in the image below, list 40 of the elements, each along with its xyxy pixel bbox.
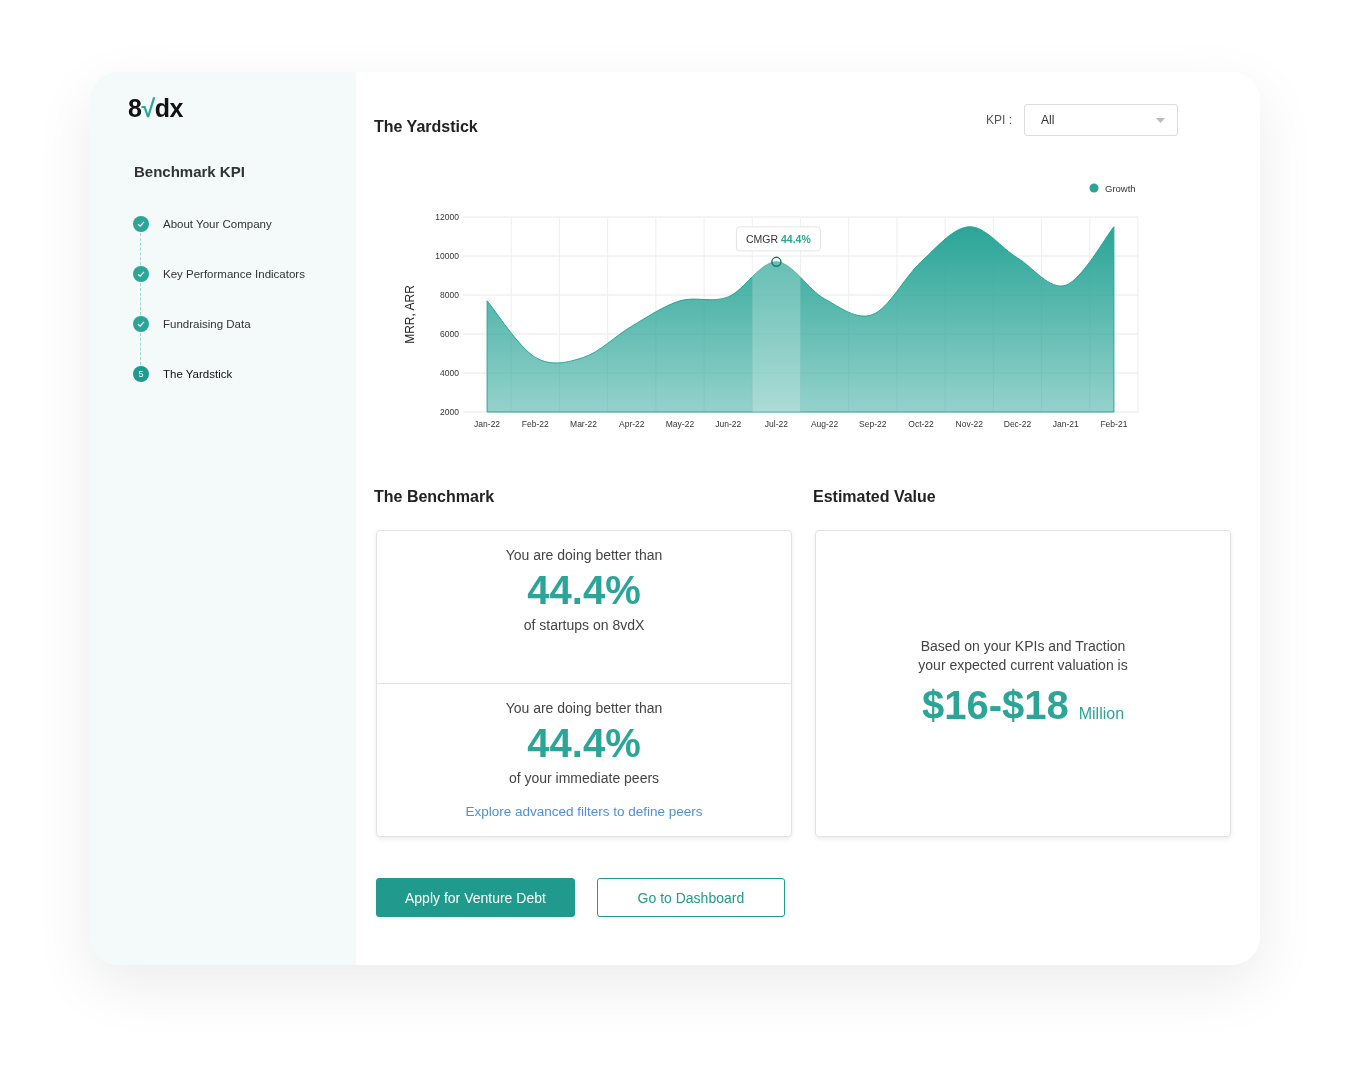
- y-tick-label: 6000: [440, 329, 459, 339]
- x-tick-label: Oct-22: [908, 419, 934, 429]
- caption: of startups on 8vdX: [523, 617, 645, 633]
- kpi-label: KPI :: [986, 113, 1012, 127]
- percentage: 44.4%: [527, 720, 641, 767]
- x-tick-label: May-22: [665, 419, 695, 429]
- x-tick-label: Feb-22: [521, 419, 549, 429]
- step-number: 5: [133, 366, 149, 382]
- logo: 8√dx: [128, 94, 183, 123]
- x-tick-label: Jan-22: [474, 419, 501, 429]
- y-tick-label: 8000: [440, 290, 459, 300]
- section-title: The Yardstick: [374, 118, 478, 136]
- chart-tooltip: CMGR 44.4%: [735, 226, 821, 252]
- valuation-unit: Million: [1078, 704, 1125, 723]
- x-tick-label: Feb-21: [1100, 419, 1128, 429]
- y-axis-label: MRR, ARR: [403, 285, 417, 344]
- y-tick-label: 2000: [440, 407, 459, 417]
- percentage: 44.4%: [527, 567, 641, 614]
- x-tick-label: Sep-22: [859, 419, 887, 429]
- caption: You are doing better than: [505, 547, 663, 563]
- sidebar-title: Benchmark KPI: [134, 163, 245, 180]
- x-tick-label: Dec-22: [1003, 419, 1032, 429]
- y-tick-label: 4000: [440, 368, 459, 378]
- x-tick-label: Mar-22: [570, 419, 597, 429]
- caption: your expected current valuation is: [918, 656, 1128, 673]
- x-tick-label: Jul-22: [764, 419, 788, 429]
- section-title: Estimated Value: [813, 488, 937, 506]
- y-tick-label: 12000: [435, 212, 459, 222]
- valuation: $16-$18: [921, 681, 1069, 729]
- caption: You are doing better than: [505, 700, 663, 716]
- y-tick-label: 10000: [435, 251, 459, 261]
- x-tick-label: Jun-22: [715, 419, 742, 429]
- section-title: The Benchmark: [374, 488, 496, 506]
- x-tick-label: Nov-22: [955, 419, 983, 429]
- caption: Based on your KPIs and Traction: [920, 637, 1126, 654]
- caption: of your immediate peers: [508, 770, 660, 786]
- x-tick-label: Apr-22: [619, 419, 645, 429]
- x-tick-label: Jan-21: [1052, 419, 1079, 429]
- legend-label: Growth: [1105, 183, 1136, 194]
- x-tick-label: Aug-22: [810, 419, 839, 429]
